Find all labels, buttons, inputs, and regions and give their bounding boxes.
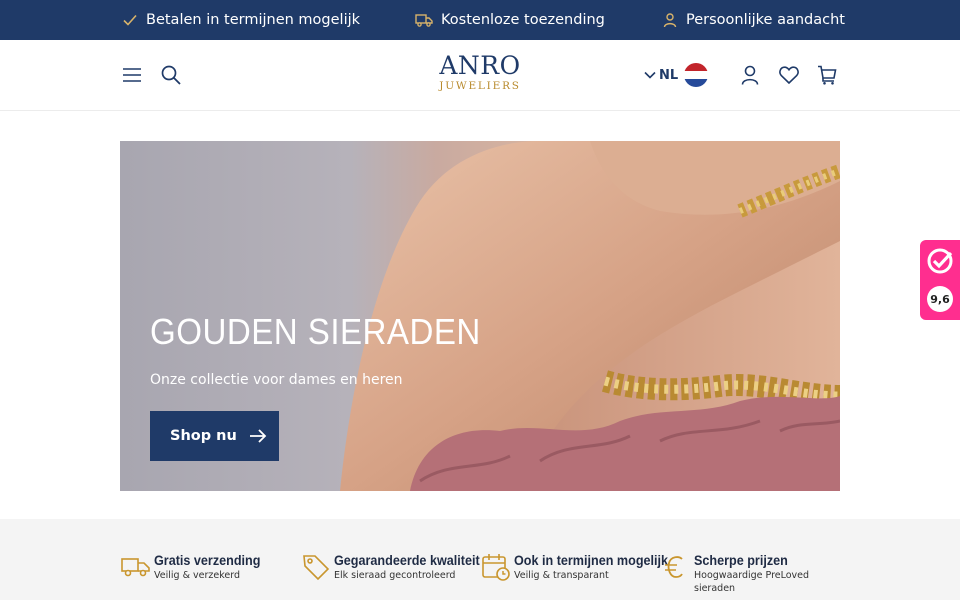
person-icon <box>663 13 677 28</box>
site-header: ANRO JUWELIERS NL <box>0 40 960 111</box>
search-icon[interactable] <box>159 63 183 87</box>
usp-bar: Betalen in termijnen mogelijk Kostenloze… <box>0 0 960 40</box>
usp-label: Betalen in termijnen mogelijk <box>146 12 361 28</box>
usp-item-attention: Persoonlijke aandacht <box>662 0 845 40</box>
chevron-down-icon <box>644 71 656 79</box>
feature-quality: Gegarandeerde kwaliteit Elk sieraad geco… <box>300 551 496 583</box>
heart-icon[interactable] <box>777 63 801 87</box>
tag-icon <box>303 555 330 581</box>
truck-icon <box>415 14 433 27</box>
account-icon[interactable] <box>738 63 762 87</box>
usp-label: Kostenloze toezending <box>441 12 605 28</box>
euro-icon <box>665 556 683 578</box>
feature-strip: Gratis verzending Veilig & verzekerd Geg… <box>0 519 960 600</box>
calendar-icon <box>482 554 510 581</box>
hero-title: GOUDEN SIERADEN <box>150 311 481 352</box>
logo-main: ANRO <box>439 51 521 80</box>
usp-label: Persoonlijke aandacht <box>686 12 845 28</box>
hero-banner[interactable]: GOUDEN SIERADEN Onze collectie voor dame… <box>120 141 840 491</box>
usp-item-shipping: Kostenloze toezending <box>415 0 605 40</box>
feature-subtitle: Hoogwaardige PreLoved sieraden <box>694 570 810 594</box>
language-selector[interactable]: NL <box>644 63 678 87</box>
feature-prices: Scherpe prijzen Hoogwaardige PreLoved si… <box>660 551 814 595</box>
feature-shipping: Gratis verzending Veilig & verzekerd <box>120 551 272 583</box>
hero-subtitle: Onze collectie voor dames en heren <box>150 372 403 388</box>
rating-score: 9,6 <box>927 286 953 312</box>
shop-now-label: Shop nu <box>170 428 237 444</box>
cart-icon[interactable] <box>815 63 839 87</box>
arrow-right-icon <box>249 429 267 443</box>
shop-now-button[interactable]: Shop nu <box>150 411 279 461</box>
logo-sub: JUWELIERS <box>439 80 521 92</box>
usp-item-payment: Betalen in termijnen mogelijk <box>122 0 360 40</box>
netherlands-flag-icon[interactable] <box>684 63 708 87</box>
feature-title: Gegarandeerde kwaliteit <box>334 552 480 568</box>
rating-check-icon <box>927 248 953 274</box>
rating-badge[interactable]: 9,6 <box>920 240 960 320</box>
feature-title: Gratis verzending <box>154 552 261 568</box>
language-code: NL <box>659 67 679 83</box>
feature-title: Scherpe prijzen <box>694 552 788 568</box>
feature-installments: Ook in termijnen mogelijk Veilig & trans… <box>480 551 685 583</box>
truck-icon <box>121 558 150 577</box>
check-icon <box>123 14 137 26</box>
menu-icon[interactable] <box>120 64 144 86</box>
feature-subtitle: Veilig & verzekerd <box>154 570 240 581</box>
anro-logo[interactable]: ANRO JUWELIERS <box>430 53 530 99</box>
feature-subtitle: Elk sieraad gecontroleerd <box>334 570 456 581</box>
feature-title: Ook in termijnen mogelijk <box>514 552 669 568</box>
